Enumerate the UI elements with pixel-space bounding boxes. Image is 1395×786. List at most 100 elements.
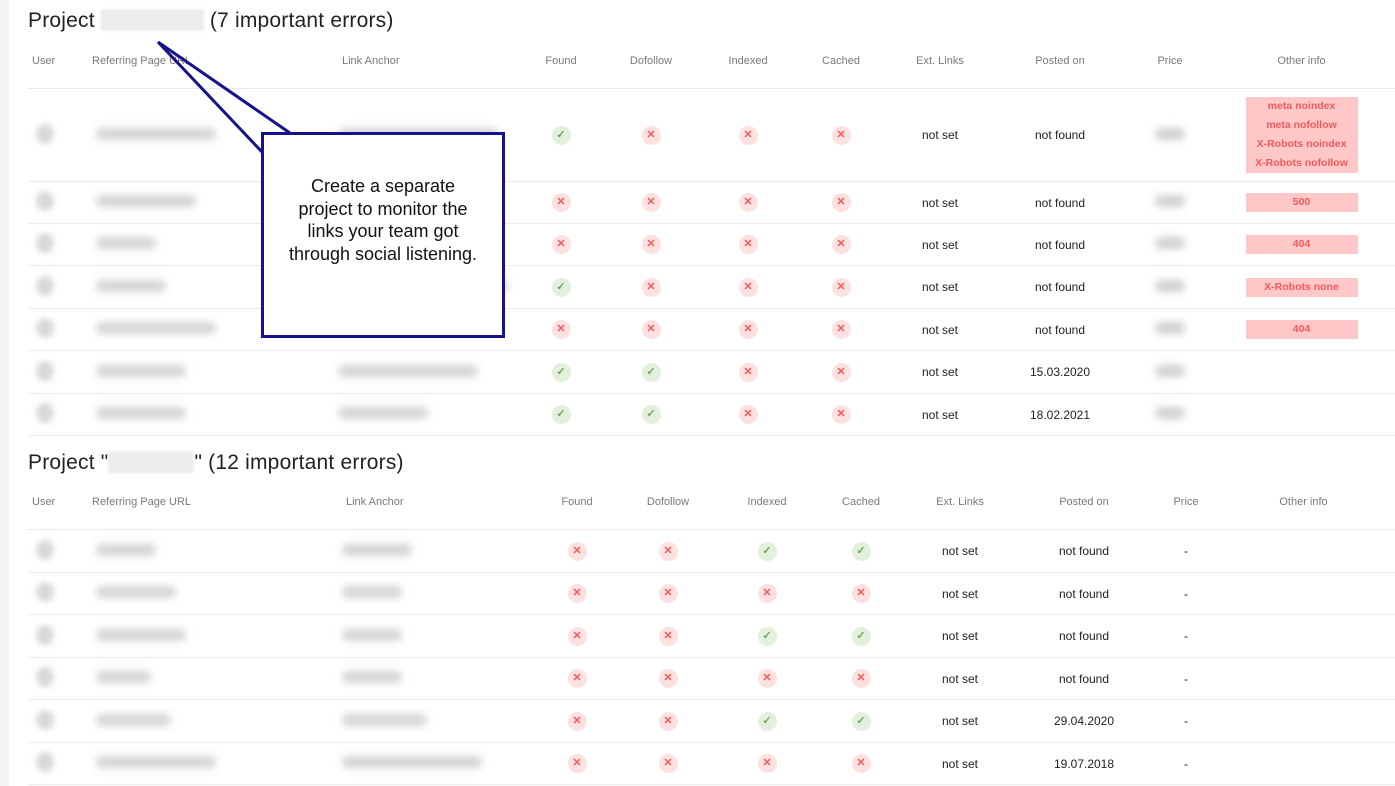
column-header-posted-on[interactable]: Posted on [988, 34, 1132, 89]
redacted-price [1155, 364, 1185, 377]
table-row[interactable]: ✓ ✓ ✕ ✕ not set 15.03.2020 [28, 350, 1395, 394]
user-avatar[interactable] [36, 403, 54, 423]
indexed-cell: ✓ [724, 529, 810, 573]
table-row[interactable]: ✕ ✕ ✕ ✕ not set not found - [28, 657, 1395, 700]
column-header-indexed[interactable]: Indexed [724, 475, 810, 530]
redacted-referring-url[interactable] [96, 713, 171, 726]
found-cell: ✕ [542, 572, 612, 615]
price-cell: - [1160, 742, 1212, 785]
redacted-referring-url[interactable] [96, 364, 186, 377]
link-anchor-cell [338, 350, 526, 394]
table-row[interactable]: ✓ ✕ ✕ ✕ not set not found meta noindex meta nof… [28, 88, 1395, 182]
other-info-cell [1208, 393, 1395, 436]
user-avatar[interactable] [36, 275, 54, 296]
found-cell: ✕ [542, 699, 612, 743]
column-header-cached[interactable]: Cached [810, 475, 912, 530]
cross-icon: ✕ [757, 754, 777, 773]
user-cell [28, 614, 88, 658]
table-row[interactable]: ✕ ✕ ✕ ✕ not set not found 404 [28, 223, 1395, 266]
user-avatar[interactable] [36, 318, 54, 338]
table-row[interactable]: ✓ ✕ ✕ ✕ not set not found X-Robots none [28, 265, 1395, 309]
column-header-dofollow[interactable]: Dofollow [612, 475, 724, 530]
column-header-indexed[interactable]: Indexed [706, 34, 790, 89]
column-header-dofollow[interactable]: Dofollow [596, 34, 706, 89]
user-avatar[interactable] [36, 233, 54, 253]
user-avatar[interactable] [36, 709, 54, 730]
table-row[interactable]: ✕ ✕ ✕ ✕ not set not found 404 [28, 308, 1395, 351]
user-avatar[interactable] [36, 539, 54, 560]
column-header-referring-page-url[interactable]: Referring Page URL [88, 475, 342, 530]
other-info-cell: 500 [1208, 181, 1395, 224]
column-header-other-info[interactable]: Other info [1208, 34, 1395, 89]
column-header-ext-links[interactable]: Ext. Links [892, 34, 988, 89]
redacted-link-anchor [342, 628, 402, 641]
user-avatar[interactable] [36, 752, 54, 772]
cross-icon: ✕ [658, 626, 678, 646]
column-header-posted-on[interactable]: Posted on [1008, 475, 1160, 530]
column-header-link-anchor[interactable]: Link Anchor [338, 34, 526, 89]
redacted-referring-url[interactable] [96, 543, 156, 556]
cross-icon: ✕ [757, 669, 777, 688]
user-cell [28, 350, 88, 394]
redacted-referring-url[interactable] [96, 407, 186, 419]
table-row[interactable]: ✓ ✓ ✕ ✕ not set 18.02.2021 [28, 393, 1395, 436]
posted-on-cell: not found [1008, 657, 1160, 700]
column-header-user[interactable]: User [28, 475, 88, 530]
price-cell [1132, 223, 1208, 266]
other-info-cell [1212, 742, 1395, 785]
other-info-cell [1212, 572, 1395, 615]
column-header-link-anchor[interactable]: Link Anchor [342, 475, 542, 530]
dofollow-cell: ✕ [596, 308, 706, 351]
user-avatar[interactable] [36, 582, 54, 602]
redacted-referring-url[interactable] [96, 322, 216, 334]
error-badge: 404 [1245, 320, 1358, 339]
column-header-found[interactable]: Found [526, 34, 596, 89]
column-header-cached[interactable]: Cached [790, 34, 892, 89]
column-header-found[interactable]: Found [542, 475, 612, 530]
posted-on-cell: 15.03.2020 [988, 350, 1132, 394]
error-badge-line: 404 [1292, 238, 1311, 250]
redacted-referring-url[interactable] [96, 195, 196, 207]
redacted-referring-url[interactable] [96, 756, 216, 768]
user-avatar[interactable] [36, 191, 54, 211]
column-header-referring-page-url[interactable]: Referring Page URL [88, 34, 338, 89]
user-cell [28, 393, 88, 436]
table-row[interactable]: ✕ ✕ ✕ ✕ not set not found 500 [28, 181, 1395, 224]
user-cell [28, 223, 88, 266]
redacted-price [1155, 407, 1185, 419]
redacted-referring-url[interactable] [96, 279, 166, 292]
column-header-price[interactable]: Price [1160, 475, 1212, 530]
indexed-cell: ✕ [706, 350, 790, 394]
table-row[interactable]: ✕ ✕ ✕ ✕ not set not found - [28, 572, 1395, 615]
user-avatar[interactable] [36, 667, 54, 687]
column-header-ext-links[interactable]: Ext. Links [912, 475, 1008, 530]
price-cell [1132, 308, 1208, 351]
error-badge: X-Robots none [1245, 277, 1358, 297]
user-avatar[interactable] [36, 123, 54, 144]
check-icon: ✓ [551, 362, 571, 382]
user-avatar[interactable] [36, 624, 54, 645]
redacted-referring-url[interactable] [96, 127, 216, 140]
redacted-referring-url[interactable] [96, 671, 151, 683]
redacted-referring-url[interactable] [96, 237, 156, 249]
column-header-user[interactable]: User [28, 34, 88, 89]
column-header-other-info[interactable]: Other info [1212, 475, 1395, 530]
posted-on-cell: not found [1008, 529, 1160, 573]
ext-links-cell: not set [912, 614, 1008, 658]
redacted-referring-url[interactable] [96, 628, 186, 641]
ext-links-cell: not set [912, 742, 1008, 785]
referring-url-cell [88, 572, 342, 615]
table-row[interactable]: ✕ ✕ ✓ ✓ not set 29.04.2020- [28, 699, 1395, 743]
table-row[interactable]: ✕ ✕ ✓ ✓ not set not found - [28, 614, 1395, 658]
referring-url-cell [88, 742, 342, 785]
user-avatar[interactable] [36, 360, 54, 381]
dofollow-cell: ✓ [596, 393, 706, 436]
redacted-referring-url[interactable] [96, 586, 176, 598]
column-header-price[interactable]: Price [1132, 34, 1208, 89]
cross-icon: ✕ [831, 235, 851, 254]
cross-icon: ✕ [567, 711, 587, 731]
table-row[interactable]: ✕ ✕ ✓ ✓ not set not found - [28, 529, 1395, 573]
table-row[interactable]: ✕ ✕ ✕ ✕ not set 19.07.2018- [28, 742, 1395, 785]
cross-icon: ✕ [567, 584, 587, 603]
check-icon: ✓ [757, 541, 777, 561]
